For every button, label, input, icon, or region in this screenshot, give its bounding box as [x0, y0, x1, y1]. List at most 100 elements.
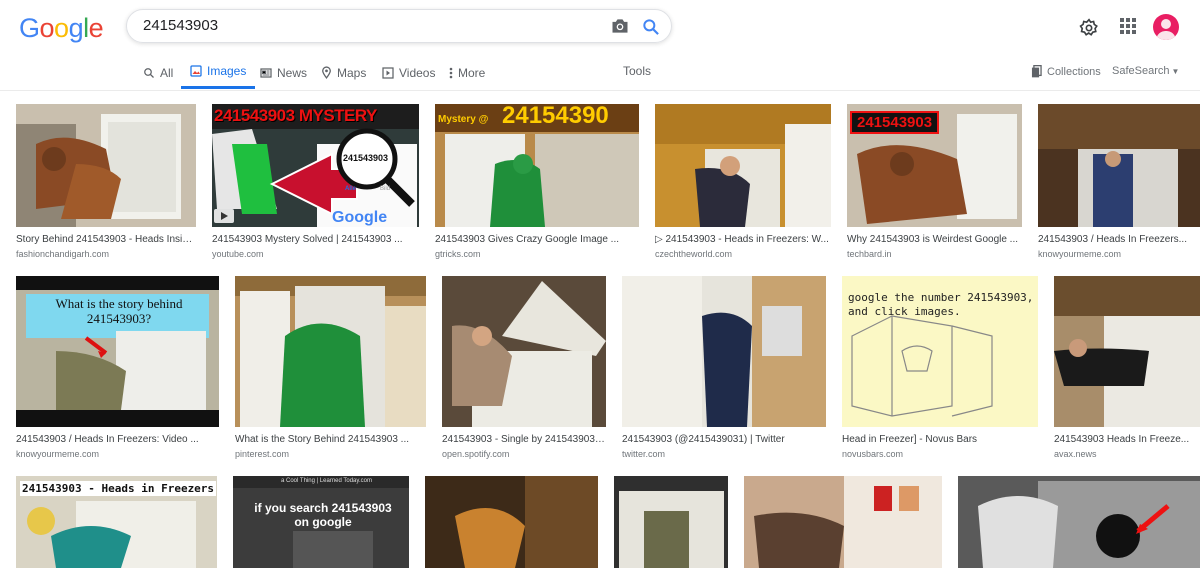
- result-caption[interactable]: 241543903 Mystery Solved | 241543903 ...: [212, 233, 419, 246]
- result-caption[interactable]: What is the Story Behind 241543903 ...: [235, 433, 426, 446]
- result-thumbnail[interactable]: [744, 476, 942, 568]
- search-tabs: All Images News Maps Videos More Tools C…: [0, 56, 1200, 91]
- result-domain: knowyourmeme.com: [16, 449, 100, 459]
- result-thumbnail[interactable]: Google 241543903 MYSTERY 241543903 Alle …: [212, 104, 419, 227]
- result-caption[interactable]: 241543903 / Heads In Freezers...: [1038, 233, 1200, 246]
- result-thumbnail[interactable]: [1038, 104, 1200, 227]
- result-caption[interactable]: 241543903 Heads In Freeze...: [1054, 433, 1200, 446]
- image-result[interactable]: [744, 476, 942, 568]
- image-result[interactable]: Mystery @ 24154390 241543903 Gives Crazy…: [435, 104, 639, 260]
- image-result[interactable]: [425, 476, 598, 568]
- tab-label: Videos: [399, 65, 436, 80]
- result-thumbnail[interactable]: [442, 276, 606, 427]
- image-result[interactable]: [614, 476, 728, 568]
- google-logo[interactable]: Google: [19, 13, 104, 44]
- tab-label: News: [277, 65, 308, 80]
- logo-letter: o: [54, 13, 69, 43]
- map-pin-icon: [322, 66, 331, 79]
- result-thumbnail[interactable]: a Cool Thing | Learned Today.com if you …: [233, 476, 409, 568]
- thumbnail-overlay-small: Mystery @: [438, 114, 489, 125]
- camera-icon[interactable]: [610, 17, 630, 35]
- image-result[interactable]: 241543903 (@2415439031) | Twitter twitte…: [622, 276, 826, 460]
- image-result[interactable]: 241543903 Why 241543903 is Weirdest Goog…: [847, 104, 1022, 260]
- result-thumbnail[interactable]: [655, 104, 831, 227]
- thumbnail-overlay-text: google the number 241543903, and click i…: [848, 291, 1034, 318]
- result-thumbnail[interactable]: [425, 476, 598, 568]
- image-result[interactable]: 241543903 - Single by 241543903 ... open…: [442, 276, 606, 460]
- image-result[interactable]: a Cool Thing | Learned Today.com if you …: [233, 476, 409, 568]
- image-result[interactable]: [958, 476, 1200, 568]
- result-thumbnail[interactable]: What is the story behind 241543903?: [16, 276, 219, 427]
- tab-more[interactable]: More: [449, 56, 485, 89]
- image-result[interactable]: ▷ 241543903 - Heads in Freezers: W... cz…: [655, 104, 831, 260]
- tab-images[interactable]: Images: [181, 56, 256, 89]
- result-thumbnail[interactable]: [614, 476, 728, 568]
- svg-text:Google: Google: [332, 209, 387, 226]
- tab-label: Maps: [337, 65, 367, 80]
- account-avatar[interactable]: [1153, 14, 1179, 40]
- result-caption[interactable]: Story Behind 241543903 - Heads Insid...: [16, 233, 196, 246]
- result-thumbnail[interactable]: [16, 104, 196, 227]
- result-caption[interactable]: 241543903 (@2415439031) | Twitter: [622, 433, 826, 446]
- result-thumbnail[interactable]: 241543903 - Heads in Freezers: [16, 476, 217, 568]
- image-icon: [190, 65, 202, 77]
- safesearch-dropdown[interactable]: SafeSearch ▼: [1112, 65, 1179, 77]
- thumbnail-overlay-small: a Cool Thing | Learned Today.com: [281, 478, 372, 484]
- person-icon: [1156, 19, 1176, 40]
- result-thumbnail[interactable]: google the number 241543903, and click i…: [842, 276, 1038, 427]
- result-caption[interactable]: Head in Freezer] - Novus Bars: [842, 433, 1038, 446]
- search-box: [126, 9, 672, 43]
- result-domain: open.spotify.com: [442, 449, 510, 459]
- thumbnail-overlay-text: 241543903 MYSTERY: [214, 106, 377, 125]
- image-result[interactable]: What is the story behind 241543903? 2415…: [16, 276, 219, 460]
- result-domain: czechtheworld.com: [655, 249, 733, 259]
- tab-videos[interactable]: Videos: [382, 56, 435, 89]
- search-icon[interactable]: [641, 17, 661, 37]
- safesearch-label: SafeSearch: [1112, 65, 1170, 77]
- result-thumbnail[interactable]: Mystery @ 24154390: [435, 104, 639, 227]
- tab-all[interactable]: All: [143, 56, 173, 89]
- result-caption[interactable]: 241543903 - Single by 241543903 ...: [442, 433, 606, 446]
- tab-label: More: [458, 65, 486, 80]
- thumbnail-overlay-text: if you search 241543903 on google: [254, 501, 392, 529]
- more-vert-icon: [449, 67, 453, 78]
- tab-label: Images: [207, 64, 247, 78]
- result-domain: gtricks.com: [435, 249, 481, 259]
- result-domain: knowyourmeme.com: [1038, 249, 1122, 259]
- image-result[interactable]: 241543903 - Heads in Freezers: [16, 476, 217, 568]
- result-thumbnail[interactable]: [1054, 276, 1200, 427]
- result-domain: techbard.in: [847, 249, 892, 259]
- result-caption[interactable]: ▷ 241543903 - Heads in Freezers: W...: [655, 233, 831, 246]
- image-result[interactable]: Google 241543903 MYSTERY 241543903 Alle …: [212, 104, 419, 260]
- result-thumbnail[interactable]: 241543903: [847, 104, 1022, 227]
- thumbnail-overlay-text: 24154390: [502, 104, 609, 129]
- tools-button[interactable]: Tools: [623, 64, 651, 78]
- search-icon: [144, 67, 154, 78]
- image-result[interactable]: What is the Story Behind 241543903 ... p…: [235, 276, 426, 460]
- magnifier-text: 241543903: [343, 153, 389, 163]
- result-caption[interactable]: 241543903 / Heads In Freezers: Video ...: [16, 433, 219, 446]
- result-thumbnail[interactable]: [235, 276, 426, 427]
- result-domain: twitter.com: [622, 449, 666, 459]
- result-thumbnail[interactable]: [958, 476, 1200, 568]
- result-caption[interactable]: Why 241543903 is Weirdest Google ...: [847, 233, 1022, 246]
- settings-gear-icon[interactable]: [1079, 18, 1099, 38]
- result-caption[interactable]: 241543903 Gives Crazy Google Image ...: [435, 233, 639, 246]
- result-thumbnail[interactable]: [622, 276, 826, 427]
- tab-maps[interactable]: Maps: [321, 56, 366, 89]
- apps-grid-icon[interactable]: [1120, 18, 1136, 34]
- result-domain: youtube.com: [212, 249, 264, 259]
- collections-link[interactable]: Collections: [1031, 65, 1101, 78]
- image-result[interactable]: 241543903 Heads In Freeze... avax.news: [1054, 276, 1200, 460]
- image-result[interactable]: Story Behind 241543903 - Heads Insid... …: [16, 104, 196, 260]
- tab-news[interactable]: News: [260, 56, 307, 89]
- logo-letter: e: [88, 13, 104, 43]
- tab-text: Alle: [345, 186, 357, 192]
- image-result[interactable]: 241543903 / Heads In Freezers... knowyou…: [1038, 104, 1200, 260]
- image-result[interactable]: google the number 241543903, and click i…: [842, 276, 1038, 460]
- result-domain: pinterest.com: [235, 449, 290, 459]
- play-icon: [382, 66, 394, 79]
- search-input[interactable]: [143, 10, 583, 42]
- thumbnail-overlay-text: 241543903 - Heads in Freezers: [20, 481, 217, 496]
- result-domain: novusbars.com: [842, 449, 904, 459]
